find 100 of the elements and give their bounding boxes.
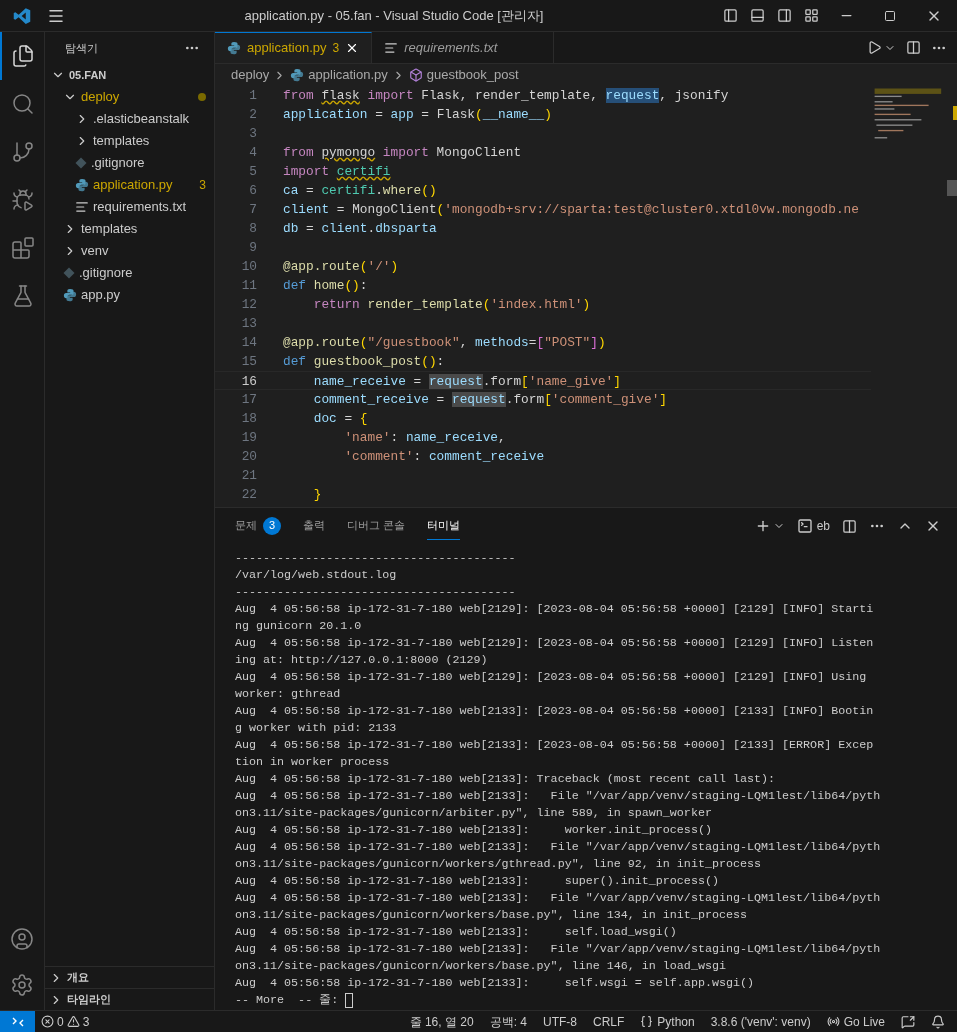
braces-icon (640, 1015, 654, 1028)
files-icon (11, 44, 35, 68)
breadcrumb-item[interactable]: application.py (308, 65, 388, 85)
file-item[interactable]: application.py 3 (45, 174, 214, 196)
terminal-cursor (345, 993, 354, 1008)
go-live-button[interactable]: Go Live (826, 1012, 885, 1031)
search-icon (11, 92, 35, 116)
split-terminal-icon[interactable] (842, 518, 857, 534)
line-number: 18 (240, 410, 257, 428)
run-icon[interactable] (867, 40, 882, 55)
toggle-panel-icon[interactable] (750, 8, 765, 23)
file-item[interactable]: .gitignore (45, 262, 214, 284)
line-number: 16 (240, 373, 257, 389)
panel-tab[interactable]: 문제 3 (235, 512, 281, 540)
panel-tab[interactable]: 출력 (303, 512, 325, 540)
interpreter[interactable]: 3.8.6 ('venv': venv) (710, 1012, 811, 1031)
editor-tab[interactable]: application.py 3 (215, 32, 373, 63)
folder-item[interactable]: .elasticbeanstalk (45, 108, 214, 130)
terminal-selector[interactable]: eb (796, 517, 830, 535)
folder-item[interactable]: venv (45, 240, 214, 262)
toggle-sidebar-icon[interactable] (723, 8, 738, 23)
terminal-line: Aug 4 05:56:58 ip-172-31-7-180 web[2129]: [2023-08-04 05:56:58 +0000] [2129] [INFO] Starti (235, 601, 874, 618)
folder-item[interactable]: templates (45, 218, 214, 240)
line-number: 17 (240, 391, 257, 409)
workspace-label: 05.FAN (69, 67, 107, 83)
file-item[interactable]: app.py (45, 284, 214, 306)
panel-tab[interactable]: 디버그 콘솔 (347, 512, 406, 540)
terminal-line: on3.11/site-packages/gunicorn/arbiter.py", line 589, in spawn_worker (235, 805, 712, 822)
folder-item[interactable]: deploy (45, 86, 214, 108)
line-ending[interactable]: CRLF (592, 1012, 625, 1031)
file-item[interactable]: requirements.txt (45, 196, 214, 218)
terminal-line: /var/log/web.stdout.log (235, 567, 397, 584)
maximize-icon[interactable] (884, 9, 896, 22)
bell-icon[interactable] (931, 1014, 945, 1029)
source-control-icon (11, 140, 35, 164)
problems-button[interactable]: 0 3 (35, 1012, 96, 1031)
sidebar-section-header[interactable]: 개요 (45, 966, 214, 988)
python-icon (63, 288, 77, 302)
language-mode[interactable]: Python (640, 1012, 695, 1031)
line-number: 4 (248, 144, 257, 162)
line-number: 15 (240, 353, 257, 371)
settings-icon[interactable] (10, 973, 34, 997)
toggle-secondary-sidebar-icon[interactable] (777, 8, 792, 23)
line-number: 5 (248, 163, 257, 181)
code-line: from pymongo import MongoClient (283, 144, 522, 162)
tab-label: application.py (247, 39, 327, 58)
indentation[interactable]: 공백: 4 (489, 1012, 527, 1031)
code-line: name_receive = request.form['name_give'] (312, 373, 621, 389)
git-file-icon (63, 267, 75, 279)
cursor-position[interactable]: 줄 16, 열 20 (409, 1012, 474, 1031)
item-label: .gitignore (91, 154, 146, 173)
line-number: 7 (248, 201, 257, 219)
warning-marker (953, 106, 957, 120)
problem-count: 3 (332, 40, 340, 57)
code-line: client = MongoClient('mongodb+srv://sparta:test@cluster0.xtdl0vw.mongodb.ne (283, 201, 859, 219)
account-icon[interactable] (10, 927, 34, 951)
python-icon (227, 41, 241, 55)
code-line: doc = { (312, 410, 368, 428)
code-line: def guestbook_post(): (283, 353, 445, 371)
code-line: import certifi (283, 163, 391, 181)
encoding[interactable]: UTF-8 (542, 1012, 577, 1031)
code-line: from flask import Flask, render_template, request, jsonify (283, 87, 729, 105)
method-icon (408, 68, 423, 82)
git-file-icon (75, 157, 87, 169)
item-label: .gitignore (79, 264, 134, 283)
line-number: 6 (248, 182, 257, 200)
panel-tab[interactable]: 터미널 (427, 512, 461, 540)
feedback-icon[interactable] (901, 1014, 915, 1029)
code-line: @app.route("/guestbook", methods=["POST"]) (283, 334, 606, 352)
error-count: 0 (57, 1013, 64, 1031)
flask-icon (11, 284, 35, 308)
item-label: templates (93, 132, 151, 151)
breadcrumb-item[interactable]: guestbook_post (426, 65, 519, 85)
layout-icon[interactable] (804, 8, 819, 23)
code-line: } (312, 486, 322, 504)
item-label: .elasticbeanstalk (93, 110, 191, 129)
code-line: ca = certifi.where() (283, 182, 437, 200)
warning-count: 3 (82, 1013, 90, 1031)
code-line: 'comment': comment_receive (343, 448, 545, 466)
python-icon (75, 178, 89, 192)
split-editor-icon[interactable] (906, 40, 921, 55)
terminal-line: worker: gthread (235, 686, 341, 703)
terminal-line: Aug 4 05:56:58 ip-172-31-7-180 web[2129]: [2023-08-04 05:56:58 +0000] [2129] [INFO] Listen (235, 635, 874, 652)
terminal-prompt: -- More -- 줄: (235, 992, 340, 1009)
folder-item[interactable]: templates (45, 130, 214, 152)
terminal-line: Aug 4 05:56:58 ip-172-31-7-180 web[2133]: self.wsgi = self.app.wsgi() (235, 975, 754, 992)
scrollbar-thumb[interactable] (947, 180, 957, 196)
item-label: templates (81, 220, 139, 239)
line-number: 8 (248, 220, 257, 238)
line-number: 20 (240, 448, 257, 466)
broadcast-icon (826, 1015, 840, 1028)
terminal-line: ing at: http://127.0.0.1:8000 (2129) (235, 652, 488, 669)
file-item[interactable]: .gitignore (45, 152, 214, 174)
line-number: 19 (240, 429, 257, 447)
breadcrumb-item[interactable]: deploy (231, 65, 270, 85)
workspace-header[interactable]: 05.FAN (45, 64, 214, 86)
terminal-line: Aug 4 05:56:58 ip-172-31-7-180 web[2129]: [2023-08-04 05:56:58 +0000] [2129] [INFO] Using (235, 669, 867, 686)
line-number: 2 (248, 106, 257, 124)
terminal-line: Aug 4 05:56:58 ip-172-31-7-180 web[2133]: File "/var/app/venv/staging-LQM1lest/lib64/pyth (235, 941, 881, 958)
terminal-line: on3.11/site-packages/gunicorn/workers/gthread.py", line 92, in init_process (235, 856, 762, 873)
